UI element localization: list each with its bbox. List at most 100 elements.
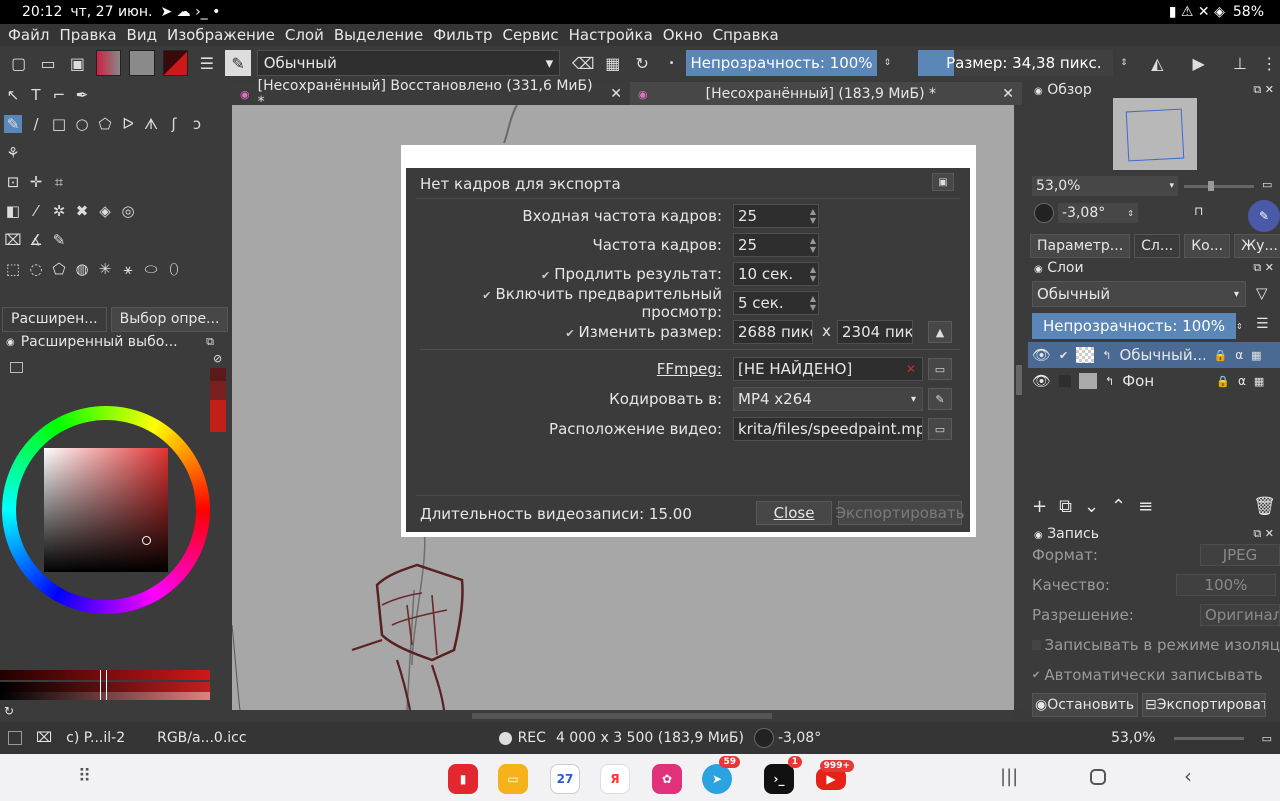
move-up-icon[interactable]: ⌃ xyxy=(1111,496,1126,517)
encode-dropdown[interactable]: MP4 x264 ▾ xyxy=(733,387,923,411)
contiguous-select-icon[interactable]: ✳ xyxy=(96,260,114,278)
opacity-menu-icon[interactable]: • xyxy=(661,52,682,74)
magnetic-select-icon[interactable]: ⬯ xyxy=(165,260,183,278)
alpha-icon[interactable]: α xyxy=(1235,348,1243,362)
back-icon[interactable]: ‹ xyxy=(1184,764,1192,788)
calligraphy-icon[interactable]: ✒ xyxy=(73,86,91,104)
menu-layer[interactable]: Слой xyxy=(285,26,324,44)
no-color-icon[interactable]: ⊘ xyxy=(213,352,222,365)
app-notes-icon[interactable]: ▮ xyxy=(448,764,478,794)
extend-checkbox[interactable]: ✔ xyxy=(541,269,550,282)
layer-filter-icon[interactable]: ▽ xyxy=(1256,284,1268,302)
delete-layer-icon[interactable]: 🗑 xyxy=(1253,496,1276,517)
docker-buttons[interactable]: ⧉ ✕ xyxy=(1253,261,1274,275)
color-picker-icon[interactable]: ⁄ xyxy=(27,202,45,220)
color-settings-icon[interactable] xyxy=(10,362,23,373)
app-calendar-icon[interactable]: 27 xyxy=(550,764,580,794)
layer-properties-icon[interactable]: ≡ xyxy=(1138,496,1153,517)
canvas-horizontal-scrollbar[interactable] xyxy=(232,710,1014,722)
refresh-icon[interactable]: ↻ xyxy=(4,704,14,718)
pattern-swatch[interactable] xyxy=(129,50,155,76)
float-docker-icon[interactable]: ⧉ xyxy=(206,335,214,349)
ellipse-tool-icon[interactable]: ○ xyxy=(73,115,91,133)
overview-zoom-thumb[interactable] xyxy=(1208,181,1214,191)
similar-select-icon[interactable]: ⚹ xyxy=(119,260,137,278)
reference-tool-icon[interactable]: ✎ xyxy=(50,231,68,249)
app-telegram-icon[interactable]: ➤ 59 xyxy=(702,756,740,794)
docker-buttons[interactable]: ⧉ ✕ xyxy=(1253,527,1274,541)
tab-advanced-color[interactable]: Расширен... xyxy=(2,307,107,332)
stepper-arrows[interactable]: ▲ ▼ xyxy=(808,265,818,283)
toolbar-overflow-icon[interactable]: ⋮ xyxy=(1259,52,1280,74)
preview-checkbox[interactable]: ✔ xyxy=(482,289,491,302)
overview-zoom-dropdown[interactable]: 53,0% ▾ xyxy=(1032,176,1178,196)
gradient-tool-icon[interactable]: ◧ xyxy=(4,202,22,220)
mirror-view-icon[interactable]: ⊓ xyxy=(1194,204,1203,218)
menu-image[interactable]: Изображение xyxy=(167,26,275,44)
inherit-alpha-icon[interactable]: ▦ xyxy=(1251,349,1261,362)
menu-select[interactable]: Выделение xyxy=(334,26,423,44)
menu-edit[interactable]: Правка xyxy=(59,26,116,44)
width-field[interactable]: 2688 пикс xyxy=(733,320,813,344)
close-icon[interactable]: ✕ xyxy=(1002,86,1014,102)
wrap-around-icon[interactable]: ⊥ xyxy=(1229,52,1250,74)
docker-buttons[interactable]: ⧉ ✕ xyxy=(1253,83,1274,97)
ellipse-select-icon[interactable]: ◌ xyxy=(27,260,45,278)
menu-help[interactable]: Справка xyxy=(713,26,779,44)
tab-tool-options[interactable]: Параметр... xyxy=(1030,234,1131,258)
smart-patch-icon[interactable]: ✲ xyxy=(50,202,68,220)
overview-thumbnail[interactable] xyxy=(1113,98,1197,170)
duplicate-layer-icon[interactable]: ⧉ xyxy=(1059,496,1072,517)
saturation-value-square[interactable] xyxy=(44,448,168,572)
tab-colors[interactable]: Ко... xyxy=(1184,234,1231,258)
alpha-icon[interactable]: α xyxy=(1238,374,1246,388)
layer-select-checkbox[interactable]: ✔ xyxy=(1059,349,1068,362)
preview-spinbox[interactable]: 5 сек. ▲ ▼ xyxy=(733,291,819,315)
close-button[interactable]: Close xyxy=(756,501,832,525)
edit-encoder-icon[interactable]: ✎ xyxy=(928,388,952,410)
format-dropdown[interactable]: JPEG xyxy=(1200,544,1280,566)
zoom-slider[interactable] xyxy=(1173,736,1244,740)
menu-settings[interactable]: Настройка xyxy=(569,26,653,44)
crop-tool-icon[interactable]: ⊡ xyxy=(4,173,22,191)
export-recording-button[interactable]: ⊟ Экспортироват xyxy=(1142,693,1266,717)
menu-view[interactable]: Вид xyxy=(127,26,157,44)
browse-ffmpeg-icon[interactable]: ▭ xyxy=(928,358,952,380)
rectangle-tool-icon[interactable]: □ xyxy=(50,115,68,133)
fit-view-icon[interactable]: ▭ xyxy=(1262,178,1272,191)
save-document-icon[interactable]: ▣ xyxy=(67,52,88,74)
home-icon[interactable] xyxy=(1090,769,1106,785)
layer-lock-icon[interactable]: 🔒 xyxy=(1213,349,1227,362)
isolate-checkbox[interactable] xyxy=(1032,640,1041,650)
export-button[interactable]: Экспортировать xyxy=(835,501,965,525)
quality-slider[interactable]: 100% xyxy=(1176,574,1276,596)
rotate-dial-icon[interactable] xyxy=(1034,203,1054,223)
opacity-stepper[interactable]: ⇕ xyxy=(877,52,898,74)
assistant-tool-icon[interactable]: ⌧ xyxy=(4,231,22,249)
visibility-icon[interactable]: 👁 xyxy=(1032,346,1051,364)
fill-tool-icon[interactable]: ◈ xyxy=(96,202,114,220)
mirror-horizontal-icon[interactable]: ◭ xyxy=(1147,52,1168,74)
color-history-strip[interactable] xyxy=(210,368,226,432)
stepper-arrows[interactable]: ▲ ▼ xyxy=(808,236,818,254)
overview-zoom-slider[interactable] xyxy=(1184,185,1254,188)
layer-lock-icon[interactable]: 🔒 xyxy=(1216,375,1230,388)
scroll-handle[interactable] xyxy=(472,713,772,719)
rect-select-icon[interactable]: ⬚ xyxy=(4,260,22,278)
app-flower-icon[interactable]: ✿ xyxy=(652,764,682,794)
edit-shapes-icon[interactable]: ⌐ xyxy=(50,86,68,104)
freehand-path-icon[interactable]: ʃ xyxy=(165,115,183,133)
auto-record-checkbox[interactable]: ✔ xyxy=(1032,670,1040,681)
pin-icon[interactable]: ✎ xyxy=(1248,200,1280,232)
mirror-vertical-icon[interactable]: ▶ xyxy=(1188,52,1209,74)
app-files-icon[interactable]: ▭ xyxy=(498,764,528,794)
canvas-vertical-scrollbar[interactable] xyxy=(1014,105,1026,710)
freehand-brush-icon[interactable]: ✎ xyxy=(4,114,22,133)
enclose-fill-icon[interactable]: ◎ xyxy=(119,202,137,220)
bezier-select-icon[interactable]: ⬭ xyxy=(142,260,160,278)
colorize-mask-icon[interactable]: ✖ xyxy=(73,202,91,220)
rotation-field[interactable]: -3,08° ⇕ xyxy=(1058,203,1138,223)
canvas-rotation-icon[interactable] xyxy=(753,728,774,748)
polyline-tool-icon[interactable]: ᐅ xyxy=(119,115,137,133)
visibility-icon[interactable]: 👁 xyxy=(1032,372,1051,390)
